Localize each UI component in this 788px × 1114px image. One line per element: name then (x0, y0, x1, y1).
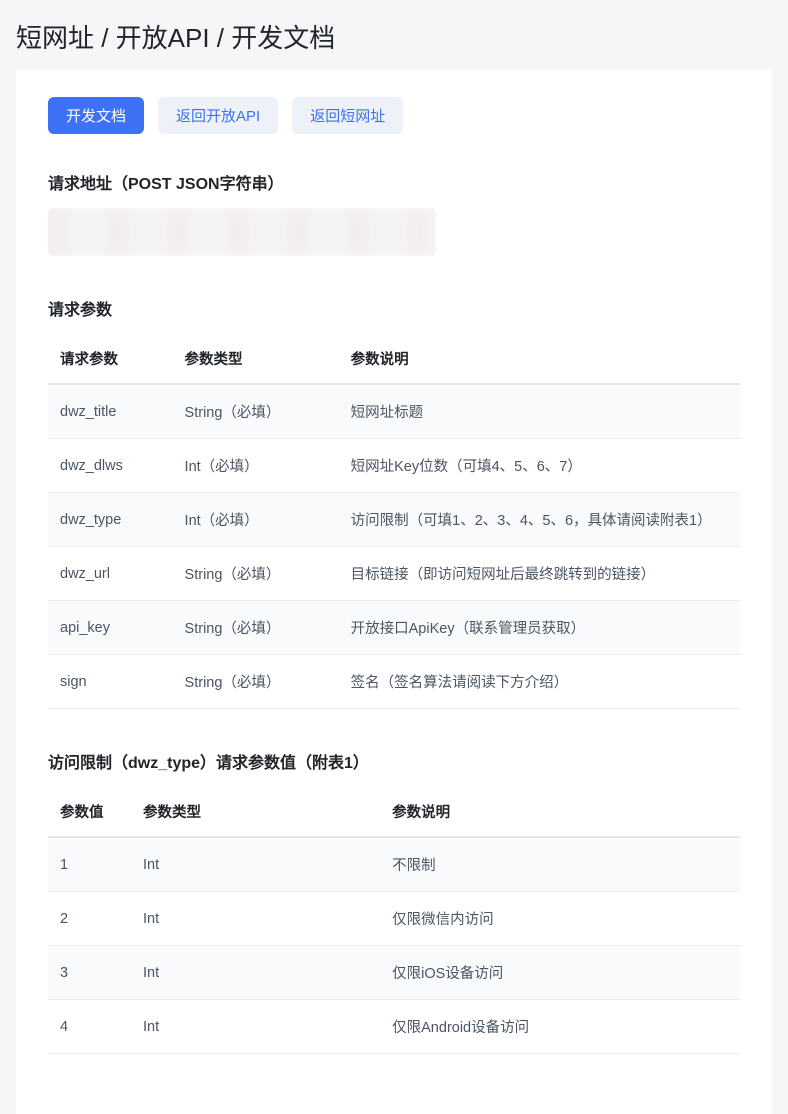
table-row: dwz_dlws Int（必填） 短网址Key位数（可填4、5、6、7） (48, 439, 740, 493)
tabs: 开发文档 返回开放API 返回短网址 (48, 97, 740, 134)
cell-param-name: sign (48, 655, 173, 709)
cell-param-name: dwz_url (48, 547, 173, 601)
request-url-placeholder (48, 208, 436, 256)
table-row: 4 Int 仅限Android设备访问 (48, 1000, 740, 1054)
dwz-type-table: 参数值 参数类型 参数说明 1 Int 不限制 2 Int 仅限微信内访问 3 (48, 787, 740, 1054)
tab-dev-doc[interactable]: 开发文档 (48, 97, 144, 134)
cell-param-name: dwz_title (48, 384, 173, 439)
cell-param-desc: 签名（签名算法请阅读下方介绍） (339, 655, 740, 709)
th-val: 参数值 (48, 787, 131, 837)
request-params-title: 请求参数 (48, 296, 740, 320)
cell-param-desc: 目标链接（即访问短网址后最终跳转到的链接） (339, 547, 740, 601)
cell-val: 4 (48, 1000, 131, 1054)
cell-val: 2 (48, 892, 131, 946)
table-row: dwz_title String（必填） 短网址标题 (48, 384, 740, 439)
table-row: 1 Int 不限制 (48, 837, 740, 892)
cell-type: Int (131, 946, 380, 1000)
section-request-params: 请求参数 请求参数 参数类型 参数说明 dwz_title String（必填）… (48, 296, 740, 709)
cell-param-desc: 短网址标题 (339, 384, 740, 439)
cell-param-type: String（必填） (173, 547, 339, 601)
cell-type: Int (131, 837, 380, 892)
cell-desc: 仅限微信内访问 (380, 892, 740, 946)
table-header-row: 请求参数 参数类型 参数说明 (48, 334, 740, 384)
cell-param-desc: 开放接口ApiKey（联系管理员获取） (339, 601, 740, 655)
cell-param-type: String（必填） (173, 384, 339, 439)
table-row: 3 Int 仅限iOS设备访问 (48, 946, 740, 1000)
th-type: 参数类型 (131, 787, 380, 837)
cell-val: 1 (48, 837, 131, 892)
table-header-row: 参数值 参数类型 参数说明 (48, 787, 740, 837)
main-card: 开发文档 返回开放API 返回短网址 请求地址（POST JSON字符串） 请求… (16, 69, 772, 1114)
request-url-title: 请求地址（POST JSON字符串） (48, 170, 740, 194)
cell-val: 3 (48, 946, 131, 1000)
th-param-name: 请求参数 (48, 334, 173, 384)
cell-param-name: dwz_type (48, 493, 173, 547)
section-request-url: 请求地址（POST JSON字符串） (48, 170, 740, 256)
tab-back-api[interactable]: 返回开放API (158, 97, 278, 134)
dwz-type-title: 访问限制（dwz_type）请求参数值（附表1） (48, 749, 740, 773)
table-row: api_key String（必填） 开放接口ApiKey（联系管理员获取） (48, 601, 740, 655)
cell-type: Int (131, 1000, 380, 1054)
cell-param-type: String（必填） (173, 601, 339, 655)
table-row: 2 Int 仅限微信内访问 (48, 892, 740, 946)
cell-param-type: Int（必填） (173, 493, 339, 547)
table-row: dwz_url String（必填） 目标链接（即访问短网址后最终跳转到的链接） (48, 547, 740, 601)
cell-param-type: String（必填） (173, 655, 339, 709)
cell-desc: 不限制 (380, 837, 740, 892)
request-params-table: 请求参数 参数类型 参数说明 dwz_title String（必填） 短网址标… (48, 334, 740, 709)
table-row: sign String（必填） 签名（签名算法请阅读下方介绍） (48, 655, 740, 709)
cell-param-type: Int（必填） (173, 439, 339, 493)
tab-back-dwz[interactable]: 返回短网址 (292, 97, 403, 134)
breadcrumb: 短网址 / 开放API / 开发文档 (0, 0, 788, 69)
th-param-type: 参数类型 (173, 334, 339, 384)
th-param-desc: 参数说明 (339, 334, 740, 384)
cell-param-desc: 访问限制（可填1、2、3、4、5、6，具体请阅读附表1） (339, 493, 740, 547)
cell-type: Int (131, 892, 380, 946)
cell-desc: 仅限iOS设备访问 (380, 946, 740, 1000)
th-desc: 参数说明 (380, 787, 740, 837)
table-row: dwz_type Int（必填） 访问限制（可填1、2、3、4、5、6，具体请阅… (48, 493, 740, 547)
cell-param-desc: 短网址Key位数（可填4、5、6、7） (339, 439, 740, 493)
cell-param-name: dwz_dlws (48, 439, 173, 493)
cell-param-name: api_key (48, 601, 173, 655)
cell-desc: 仅限Android设备访问 (380, 1000, 740, 1054)
